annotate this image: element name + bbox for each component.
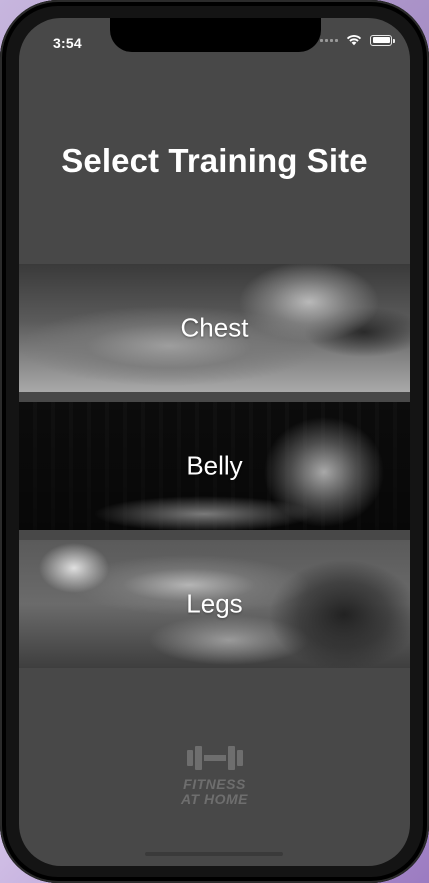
training-site-label: Chest [180,312,249,343]
wifi-icon [346,35,362,46]
app-screen: 3:54 Select Training Site Chest Belly Le… [19,18,410,866]
status-icons [320,34,395,46]
training-site-legs[interactable]: Legs [19,540,410,668]
logo-line-2: AT HOME [180,791,248,807]
training-site-label: Legs [186,588,243,619]
fitness-logo: FITNESS AT HOME [19,743,410,807]
cellular-signal-icon [320,38,338,42]
logo-text: FITNESS AT HOME [181,777,248,807]
training-site-chest[interactable]: Chest [19,264,410,392]
phone-frame: 3:54 Select Training Site Chest Belly Le… [0,0,429,883]
training-site-belly[interactable]: Belly [19,402,410,530]
training-site-label: Belly [186,450,243,481]
logo-line-1: FITNESS [183,776,246,792]
page-title: Select Training Site [61,142,368,179]
notch [110,18,321,52]
battery-icon [370,34,395,46]
status-time: 3:54 [53,35,82,51]
dumbbell-icon [186,746,243,770]
home-indicator[interactable] [145,852,283,856]
